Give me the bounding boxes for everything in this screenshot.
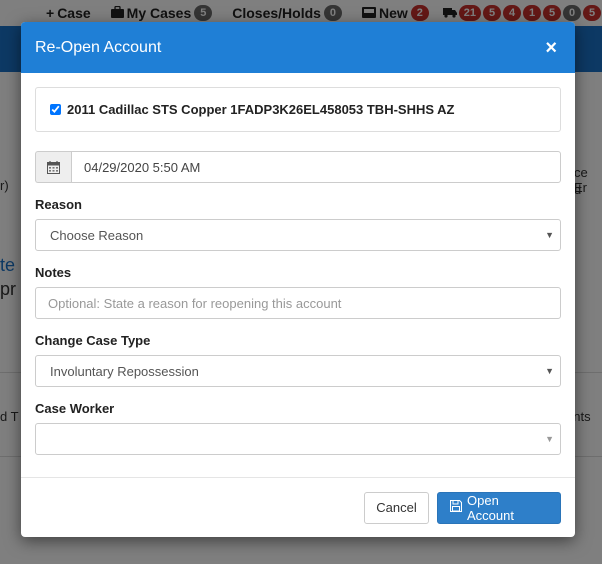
vehicle-label: 2011 Cadillac STS Copper 1FADP3K26EL4580…	[67, 102, 455, 117]
reason-label: Reason	[35, 197, 82, 212]
caret-down-icon: ▼	[545, 366, 554, 376]
case-type-select[interactable]: Involuntary Repossession ▼	[35, 355, 561, 387]
case-worker-select[interactable]: ▼	[35, 423, 561, 455]
cancel-button[interactable]: Cancel	[364, 491, 429, 524]
caret-down-icon: ▼	[545, 230, 554, 240]
vehicle-checkbox[interactable]	[50, 104, 61, 115]
close-icon[interactable]: ×	[545, 38, 557, 58]
dialog-title: Re-Open Account	[35, 38, 162, 56]
reason-value: Choose Reason	[50, 227, 144, 243]
case-type-label: Change Case Type	[35, 333, 151, 348]
dialog-body: 2011 Cadillac STS Copper 1FADP3K26EL4580…	[21, 73, 575, 455]
date-input[interactable]: 04/29/2020 5:50 AM	[71, 151, 561, 183]
reason-select[interactable]: Choose Reason ▼	[35, 219, 561, 251]
open-account-button[interactable]: Open Account	[437, 491, 561, 524]
caret-down-icon: ▼	[545, 434, 554, 444]
reopen-account-dialog: Re-Open Account × 2011 Cadillac STS Copp…	[21, 22, 575, 537]
calendar-icon[interactable]	[35, 151, 71, 183]
open-account-label: Open Account	[467, 492, 514, 523]
notes-label: Notes	[35, 265, 72, 280]
case-worker-label: Case Worker	[35, 401, 115, 416]
notes-input[interactable]: Optional: State a reason for reopening t…	[35, 287, 561, 319]
vehicle-panel: 2011 Cadillac STS Copper 1FADP3K26EL4580…	[35, 87, 561, 132]
dialog-footer: Cancel Open Account	[21, 477, 575, 537]
case-type-value: Involuntary Repossession	[50, 363, 199, 379]
save-icon	[449, 499, 463, 515]
notes-placeholder: Optional: State a reason for reopening t…	[48, 295, 342, 311]
date-picker: 04/29/2020 5:50 AM	[35, 151, 561, 183]
dialog-header: Re-Open Account ×	[21, 22, 575, 73]
